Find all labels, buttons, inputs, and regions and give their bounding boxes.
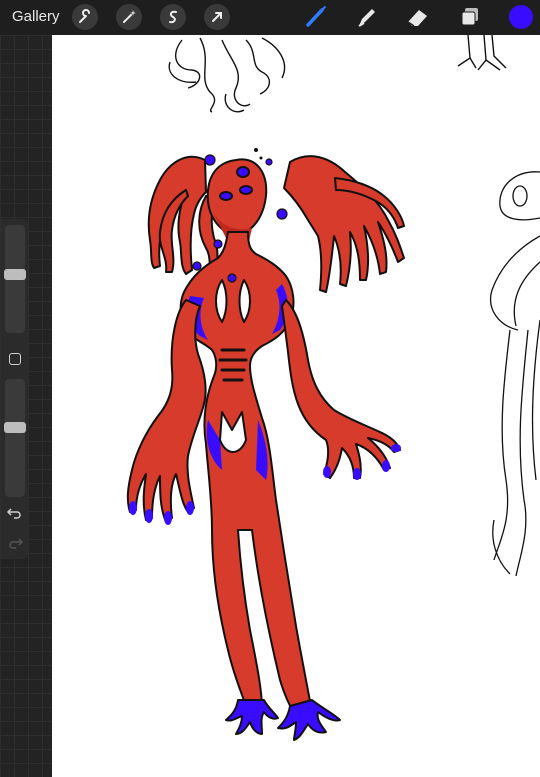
- brush-size-slider[interactable]: [4, 225, 26, 333]
- opacity-thumb[interactable]: [4, 421, 26, 433]
- magic-wand-icon[interactable]: [116, 4, 142, 30]
- drawing-canvas[interactable]: [52, 35, 540, 777]
- smudge-icon[interactable]: [352, 4, 380, 30]
- undo-icon[interactable]: [6, 505, 24, 521]
- brush-icon[interactable]: [302, 4, 330, 30]
- wrench-icon[interactable]: [72, 4, 98, 30]
- transform-arrow-icon[interactable]: [204, 4, 230, 30]
- brush-size-thumb[interactable]: [4, 268, 26, 280]
- hair-sketch: [168, 37, 286, 113]
- opacity-slider[interactable]: [4, 379, 26, 497]
- gallery-button[interactable]: Gallery: [12, 8, 60, 25]
- creature-drawing: [126, 155, 405, 741]
- redo-icon[interactable]: [6, 535, 24, 551]
- ink-dots: [254, 148, 263, 160]
- artwork: [126, 35, 540, 741]
- top-toolbar: Gallery: [0, 0, 540, 35]
- selection-icon[interactable]: [160, 4, 186, 30]
- slider-panel: [1, 219, 28, 559]
- layers-icon[interactable]: [456, 4, 484, 30]
- modify-button-icon[interactable]: [9, 353, 21, 365]
- color-picker-button[interactable]: [509, 5, 533, 29]
- eraser-icon[interactable]: [404, 4, 432, 30]
- left-sidebar: [0, 35, 52, 777]
- figure-sketch: [490, 171, 540, 577]
- feet-sketch: [457, 35, 507, 71]
